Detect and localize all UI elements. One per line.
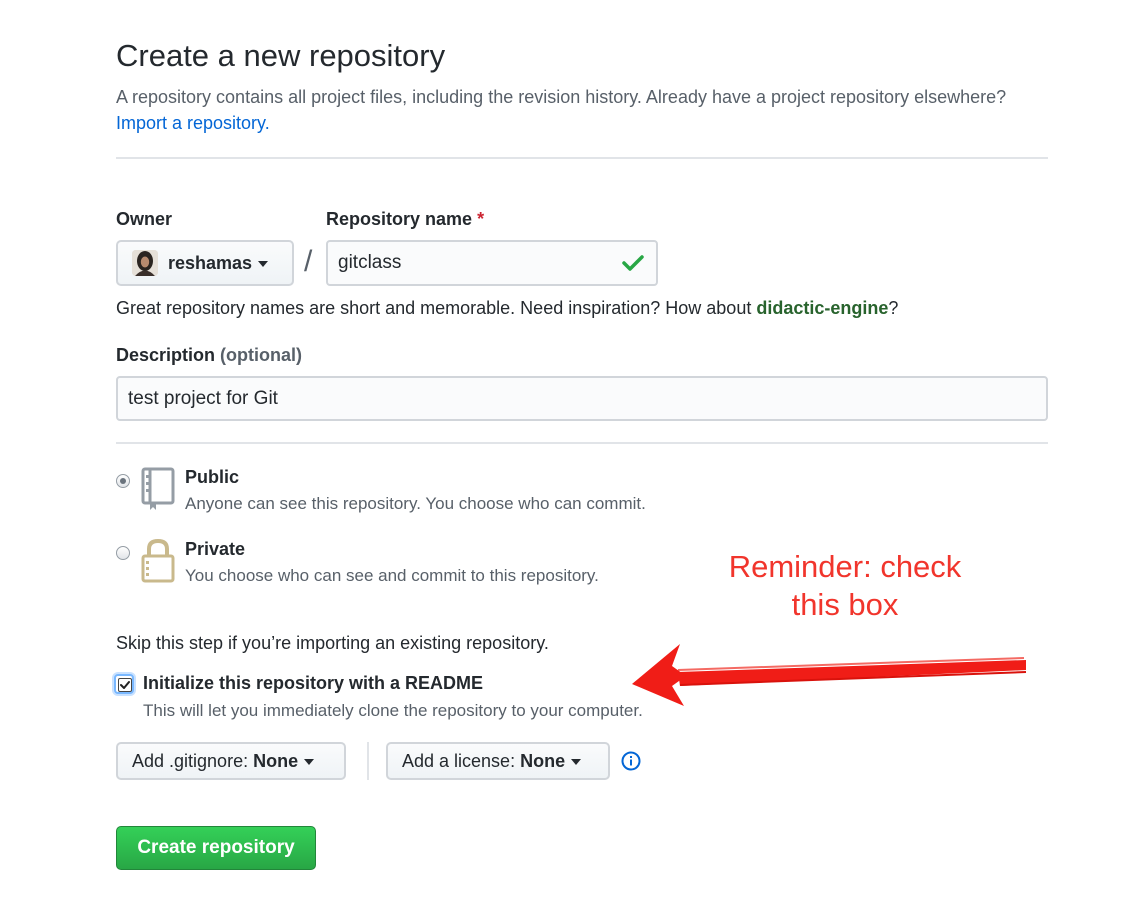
public-radio[interactable] [116,474,130,488]
readme-label[interactable]: Initialize this repository with a README [143,673,483,694]
owner-value: reshamas [168,252,253,273]
annotation-line-2: this box [791,587,899,622]
checkbox-box [118,678,132,692]
description-input[interactable]: test project for Git [116,376,1048,421]
page-title: Create a new repository [116,38,446,73]
owner-select[interactable]: reshamas [116,240,294,286]
repository-name-label-text: Repository name [326,209,473,229]
info-icon[interactable] [621,751,641,771]
readme-description: This will let you immediately clone the … [143,701,643,720]
divider [116,157,1048,159]
owner-repo-separator: / [304,245,313,278]
import-repository-link[interactable]: Import a repository. [116,113,270,133]
chevron-down-icon [304,759,315,765]
red-arrow [632,644,1027,706]
description-value: test project for Git [128,387,278,409]
subtitle-text: A repository contains all project files,… [116,87,1007,107]
repository-name-hint: Great repository names are short and mem… [116,298,898,319]
chevron-down-icon [571,759,582,765]
owner-label: Owner [116,209,173,229]
private-radio[interactable] [116,546,130,560]
annotation-line-1: Reminder: check [728,549,962,584]
description-label-text: Description [116,345,216,365]
license-select[interactable]: Add a license: None [386,742,610,780]
public-description: Anyone can see this repository. You choo… [185,494,646,513]
checkmark-icon [120,681,130,689]
page-subtitle: A repository contains all project files,… [116,84,1056,136]
gitignore-value: None [253,750,299,771]
divider [116,442,1048,444]
check-icon [622,255,644,271]
avatar [132,250,158,276]
vertical-divider [367,742,369,780]
required-mark: * [477,209,485,229]
gitignore-label: Add .gitignore: [132,750,249,771]
hint-text: Great repository names are short and mem… [116,298,752,318]
reminder-annotation: Reminder: check this box [700,548,990,624]
repository-name-value: gitclass [338,252,402,273]
optional-tag: (optional) [220,345,303,365]
create-repository-button[interactable]: Create repository [116,826,316,870]
repository-name-label: Repository name * [326,209,484,230]
license-label: Add a license: [402,750,516,771]
public-title: Public [185,467,240,487]
skip-note: Skip this step if you’re importing an ex… [116,633,549,653]
private-title: Private [185,539,246,559]
lock-icon [141,538,175,583]
private-description: You choose who can see and commit to thi… [185,566,599,585]
license-value: None [520,750,566,771]
repo-book-icon [141,467,175,510]
hint-end: ? [888,298,899,318]
name-suggestion[interactable]: didactic-engine [756,298,888,318]
repository-name-input[interactable]: gitclass [326,240,658,286]
chevron-down-icon [258,261,269,267]
gitignore-select[interactable]: Add .gitignore: None [116,742,346,780]
description-label: Description (optional) [116,345,302,366]
readme-checkbox[interactable] [114,674,134,694]
